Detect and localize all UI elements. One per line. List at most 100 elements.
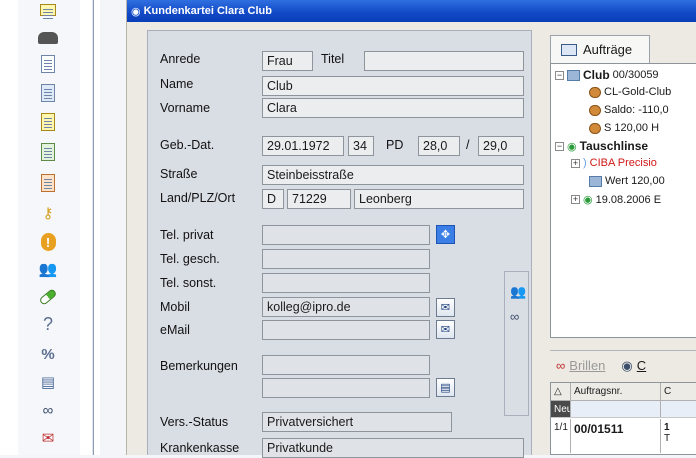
tel-sonst-field[interactable] xyxy=(262,273,430,293)
tab-auftraege[interactable]: Aufträge xyxy=(550,35,650,63)
tree-node-label: Wert 120,00 xyxy=(605,175,665,187)
grid-header-c[interactable]: C xyxy=(661,383,696,400)
krankenkasse-field[interactable]: Privatkunde xyxy=(262,438,524,458)
tree-node-tauschlinse[interactable]: − ◉ Tauschlinse xyxy=(555,139,648,153)
vorname-field[interactable]: Clara xyxy=(262,98,524,118)
table-row[interactable]: 1/1 00/01511 1T xyxy=(551,419,696,453)
glasses-icon[interactable]: ∞ xyxy=(510,309,519,324)
notepad-icon[interactable] xyxy=(37,0,59,20)
customer-form: Anrede Frau Titel Name Club Vorname Clar… xyxy=(147,30,532,458)
pd-label: PD xyxy=(386,138,404,152)
envelope-icon: ✉ xyxy=(440,302,451,314)
hat-icon[interactable] xyxy=(37,28,59,48)
new-row[interactable]: Neu xyxy=(551,401,696,418)
tab-brillen-label: Brillen xyxy=(569,358,606,373)
tel-sonst-label: Tel. sonst. xyxy=(160,276,217,290)
new-row-label: Neu xyxy=(551,401,571,417)
document-yellow-icon[interactable] xyxy=(37,112,59,132)
lens-icon: ◉ xyxy=(567,140,577,153)
gebdat-label: Geb.-Dat. xyxy=(160,138,215,152)
pd-left-field[interactable]: 28,0 xyxy=(418,136,460,156)
notes-button[interactable]: ▤ xyxy=(436,378,455,397)
bemerkungen-field-1[interactable] xyxy=(262,355,430,375)
mobil-mail-button[interactable]: ✉ xyxy=(436,298,455,317)
vers-status-field[interactable]: Privatversichert xyxy=(262,412,452,432)
tab-brillen[interactable]: ∞ Brillen xyxy=(550,358,611,373)
people-icon[interactable]: 👥 xyxy=(37,259,59,279)
anrede-label: Anrede xyxy=(160,52,201,66)
bottom-tabs: ∞ Brillen ◉ C xyxy=(550,350,696,380)
tab-other[interactable]: ◉ C xyxy=(615,358,652,374)
krankenkasse-label: Krankenkasse xyxy=(160,441,240,455)
left-toolbar: ⚷ ! 👥 ? % ▤ ∞ ✉ xyxy=(0,0,100,455)
sort-icon[interactable]: △ xyxy=(551,383,571,400)
tree-node-label: Tauschlinse xyxy=(579,139,649,153)
tree-node-gold-club[interactable]: CL-Gold-Club xyxy=(589,86,671,98)
dial-button[interactable]: ✥ xyxy=(436,225,455,244)
titel-field[interactable] xyxy=(364,51,524,71)
ort-field[interactable]: Leonberg xyxy=(354,189,524,209)
lens-icon: ◉ xyxy=(621,357,633,373)
titel-label: Titel xyxy=(321,52,345,66)
document-green-icon[interactable] xyxy=(37,142,59,162)
pd-right-field[interactable]: 29,0 xyxy=(478,136,524,156)
new-row-cell[interactable] xyxy=(571,401,661,417)
toolbar-separator xyxy=(92,0,94,455)
coin-icon xyxy=(589,122,601,134)
lens-icon: ◉ xyxy=(583,194,593,206)
vers-status-label: Vers.-Status xyxy=(160,415,229,429)
people-icon[interactable]: 👥 xyxy=(510,284,526,300)
tree-node-s[interactable]: S 120,00 H xyxy=(589,122,659,134)
coin-icon xyxy=(589,86,601,98)
email-send-button[interactable]: ✉ xyxy=(436,320,455,339)
gebdat-field[interactable]: 29.01.1972 xyxy=(262,136,344,156)
email-label: eMail xyxy=(160,323,190,337)
collapse-icon[interactable]: − xyxy=(555,141,564,151)
mail-alert-icon[interactable]: ✉ xyxy=(37,428,59,448)
email-field[interactable] xyxy=(262,320,430,340)
pill-icon[interactable] xyxy=(37,287,59,307)
tree-node-wert[interactable]: Wert 120,00 xyxy=(589,175,665,187)
strasse-field[interactable]: Steinbeisstraße xyxy=(262,165,524,185)
document-icon[interactable] xyxy=(37,54,59,74)
pd-separator: / xyxy=(466,138,470,152)
glasses-document-icon[interactable] xyxy=(37,83,59,103)
tree-node-club[interactable]: − Club 00/30059 xyxy=(555,68,659,82)
keys-icon[interactable]: ⚷ xyxy=(37,203,59,223)
tree-node-label: Saldo: -110,0 xyxy=(604,104,669,116)
tree-node-label: CL-Gold-Club xyxy=(604,86,672,98)
tree-node-ciba[interactable]: + ) CIBA Precisio xyxy=(571,157,657,169)
percent-icon[interactable]: % xyxy=(37,344,59,364)
document-orange-icon[interactable] xyxy=(37,173,59,193)
expand-icon[interactable]: + xyxy=(571,158,580,168)
print-icon[interactable]: ▤ xyxy=(37,372,59,392)
tel-gesch-field[interactable] xyxy=(262,249,430,269)
strasse-label: Straße xyxy=(160,167,198,181)
glasses-icon[interactable]: ∞ xyxy=(37,400,59,420)
land-field[interactable]: D xyxy=(262,189,284,209)
coin-icon xyxy=(589,104,601,116)
ear-icon[interactable]: ? xyxy=(37,314,59,334)
mobil-field[interactable]: kolleg@ipro.de xyxy=(262,297,430,317)
collapse-icon[interactable]: − xyxy=(555,70,564,80)
anrede-field[interactable]: Frau xyxy=(262,51,313,71)
tree-node-saldo[interactable]: Saldo: -110,0 xyxy=(589,104,669,116)
glasses-icon: ∞ xyxy=(556,358,566,373)
customer-window: ◉ Kundenkartei Clara Club Anrede Frau Ti… xyxy=(126,0,696,458)
contact-side-box: 👥 ∞ xyxy=(504,271,529,416)
row-c-value: 1 xyxy=(664,422,670,433)
exclamation-icon[interactable]: ! xyxy=(37,232,59,252)
window-title: Kundenkartei Clara Club xyxy=(143,5,272,17)
grid-header-auftragsnr[interactable]: Auftragsnr. xyxy=(571,383,661,400)
tel-privat-field[interactable] xyxy=(262,225,430,245)
name-field[interactable]: Club xyxy=(262,76,524,96)
tree-node-label: S 120,00 H xyxy=(604,122,660,134)
expand-icon[interactable]: + xyxy=(571,195,580,204)
grid-header: △ Auftragsnr. C xyxy=(551,383,696,401)
orders-tree: − Club 00/30059 CL-Gold-Club Saldo: -110… xyxy=(550,63,696,338)
phone-icon: ✥ xyxy=(440,229,451,241)
plz-field[interactable]: 71229 xyxy=(287,189,351,209)
mobil-label: Mobil xyxy=(160,300,190,314)
bemerkungen-field-2[interactable] xyxy=(262,378,430,398)
tree-node-date[interactable]: + ◉ 19.08.2006 E xyxy=(571,193,661,206)
